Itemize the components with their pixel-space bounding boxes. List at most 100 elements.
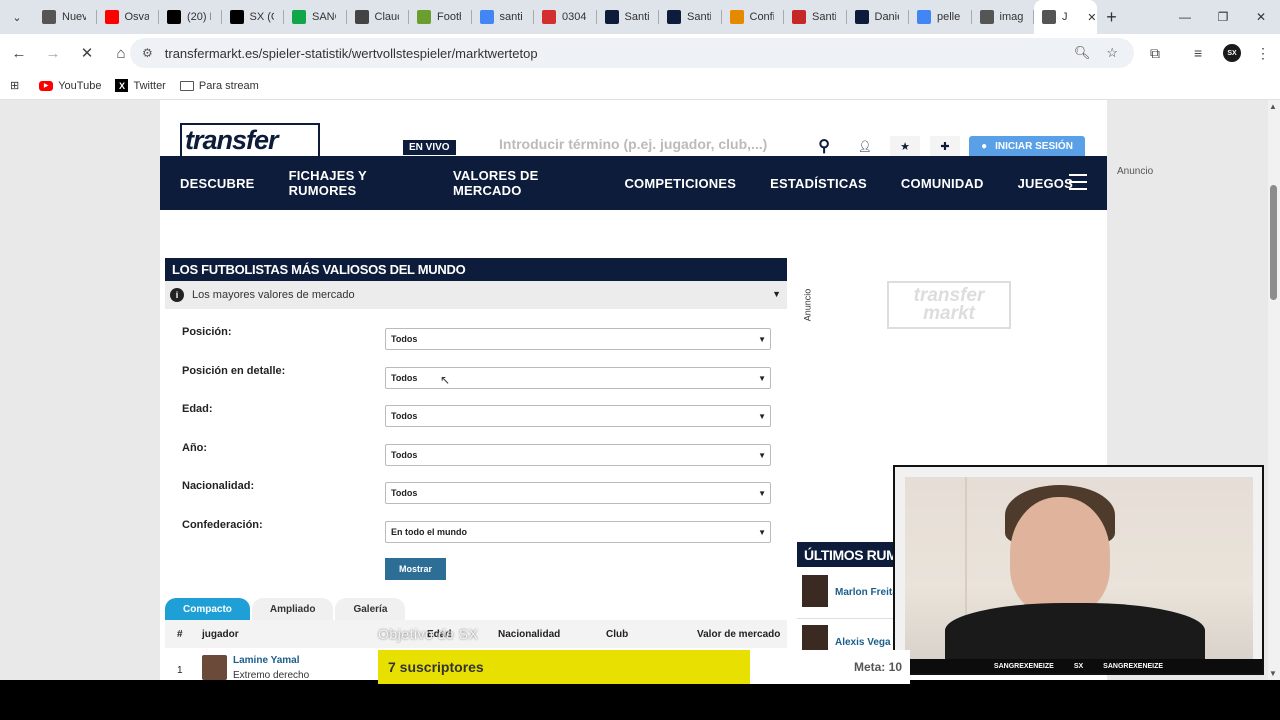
menu-kebab-icon[interactable]: ⋮ <box>1256 34 1270 72</box>
site-header: transfer EN VIVO Introducir término (p.e… <box>160 100 1107 156</box>
browser-tab[interactable]: Santi <box>597 0 660 34</box>
box-subheader[interactable]: i Los mayores valores de mercado ▼ <box>165 281 787 309</box>
bookmark-youtube[interactable]: ▶ YouTube <box>39 80 101 92</box>
media-control-icon[interactable]: ≡ <box>1194 34 1202 72</box>
transfermarkt-logo[interactable]: transfer <box>180 123 320 156</box>
user-icon: ● <box>981 140 988 152</box>
tab-favicon-icon <box>229 10 244 24</box>
scrollbar-thumb[interactable] <box>1270 185 1277 300</box>
browser-tab[interactable]: pelle <box>909 0 972 34</box>
tab-title: J <box>1062 11 1068 23</box>
login-button[interactable]: ● INICIAR SESIÓN <box>969 136 1085 156</box>
col-valor[interactable]: Valor de mercado <box>697 629 780 640</box>
browser-tab[interactable]: SANC <box>284 0 347 34</box>
tab-title: SX (C <box>249 11 274 23</box>
dropdown-arrow-icon: ▼ <box>758 335 766 344</box>
mostrar-button[interactable]: Mostrar <box>385 558 446 580</box>
scroll-down-arrow-icon[interactable]: ▼ <box>1269 669 1277 678</box>
tab-compacto[interactable]: Compacto <box>165 598 250 620</box>
player-position: Extremo derecho <box>233 670 310 680</box>
watchlist-icon[interactable]: ★ <box>890 136 920 156</box>
nav-valores[interactable]: VALORES DE MERCADO <box>453 168 591 198</box>
tab-title: SANC <box>312 11 336 23</box>
profile-avatar[interactable]: SX <box>1223 44 1241 62</box>
player-photo[interactable] <box>202 655 227 680</box>
nacionalidad-select[interactable]: Todos ▼ <box>385 482 771 504</box>
tab-title: Confi <box>749 11 774 23</box>
browser-tab[interactable]: Santi <box>784 0 847 34</box>
close-window-icon[interactable]: ✕ <box>1242 0 1280 34</box>
add-icon[interactable]: ✚ <box>930 136 960 156</box>
bookmark-star-icon[interactable]: ☆ <box>1106 45 1118 61</box>
browser-tab[interactable]: santi <box>472 0 535 34</box>
browser-tab[interactable]: imag <box>972 0 1035 34</box>
edad-select[interactable]: Todos ▼ <box>385 405 771 427</box>
box-subtitle: Los mayores valores de mercado <box>192 289 355 301</box>
col-jugador[interactable]: jugador <box>202 629 239 640</box>
live-badge[interactable]: EN VIVO <box>403 140 456 155</box>
tab-title: Santi <box>624 11 649 23</box>
zoom-icon[interactable]: 🔍︎ <box>1074 45 1091 61</box>
scroll-up-arrow-icon[interactable]: ▲ <box>1269 102 1277 111</box>
col-club[interactable]: Club <box>606 629 628 640</box>
rumor-player-name[interactable]: Alexis Vega <box>835 637 891 648</box>
extensions-icon[interactable]: ⧉ <box>1150 34 1160 72</box>
nav-juegos[interactable]: JUEGOS <box>1018 176 1073 191</box>
tab-title: Santi <box>687 11 711 23</box>
page-scrollbar[interactable]: ▲ ▼ <box>1268 100 1280 680</box>
info-icon: i <box>170 288 184 302</box>
back-button[interactable]: ← <box>4 38 34 68</box>
goal-title: Objetivo de SX <box>378 626 479 642</box>
player-name-link[interactable]: Lamine Yamal <box>233 655 300 666</box>
nav-estadisticas[interactable]: ESTADÍSTICAS <box>770 176 867 191</box>
browser-tab[interactable]: Osval <box>97 0 160 34</box>
search-icon[interactable]: ⚲ <box>818 136 830 156</box>
ano-select[interactable]: Todos ▼ <box>385 444 771 466</box>
site-search-input[interactable]: Introducir término (p.ej. jugador, club,… <box>489 132 844 156</box>
bookmark-label: Twitter <box>133 79 166 92</box>
col-nacionalidad[interactable]: Nacionalidad <box>498 629 560 640</box>
folder-icon <box>179 80 194 91</box>
tab-galeria[interactable]: Galería <box>335 598 406 620</box>
confederacion-select[interactable]: En todo el mundo ▼ <box>385 521 771 543</box>
apps-grid-icon[interactable]: ⊞ <box>10 79 19 92</box>
restore-icon[interactable]: ❐ <box>1204 0 1242 34</box>
new-tab-button[interactable]: + <box>1097 7 1127 28</box>
browser-tab[interactable]: 0304 <box>534 0 597 34</box>
collapse-caret-icon[interactable]: ▼ <box>772 289 781 299</box>
tab-title: Santi <box>812 11 836 23</box>
nav-descubre[interactable]: DESCUBRE <box>180 176 255 191</box>
tab-search-dropdown[interactable]: ⌄ <box>0 0 34 34</box>
filter-label: Año: <box>182 442 208 454</box>
tab-strip: ⌄ Nuev Osval (20) E SX (C SANC Clauc Footb sant… <box>0 0 1280 34</box>
minimize-icon[interactable]: — <box>1166 0 1204 34</box>
browser-tab[interactable]: Nuev <box>34 0 97 34</box>
browser-tab[interactable]: Santi <box>659 0 722 34</box>
nav-competiciones[interactable]: COMPETICIONES <box>624 176 736 191</box>
browser-tab[interactable]: Clauc <box>347 0 410 34</box>
browser-tab[interactable]: Footb <box>409 0 472 34</box>
filter-label: Confederación: <box>182 519 263 531</box>
twitter-handle: SANGREXENEIZE <box>993 662 1054 670</box>
nav-comunidad[interactable]: COMUNIDAD <box>901 176 984 191</box>
tab-favicon-icon <box>354 10 369 24</box>
tab-favicon-icon <box>42 10 56 24</box>
hamburger-menu-icon[interactable] <box>1069 174 1087 190</box>
browser-tab[interactable]: Danie <box>847 0 910 34</box>
browser-tab[interactable]: (20) E <box>159 0 222 34</box>
posicion-select[interactable]: Todos ▼ <box>385 328 771 350</box>
chevron-down-icon: ⌄ <box>12 11 22 24</box>
url-bar[interactable]: ⚙ transfermarkt.es/spieler-statistik/wer… <box>130 38 1134 68</box>
browser-tab[interactable]: SX (C <box>222 0 285 34</box>
browser-tab[interactable]: J ✕ <box>1034 0 1097 34</box>
forward-button[interactable]: → <box>38 38 68 68</box>
site-info-icon[interactable]: ⚙ <box>142 46 153 60</box>
nav-fichajes[interactable]: FICHAJES Y RUMORES <box>289 168 419 198</box>
user-search-icon[interactable]: 👤︎ <box>850 136 880 156</box>
tab-ampliado[interactable]: Ampliado <box>251 598 334 620</box>
browser-tab[interactable]: Confi <box>722 0 785 34</box>
close-tab-icon[interactable]: ✕ <box>1087 11 1096 24</box>
stop-loading-button[interactable]: ✕ <box>72 38 102 68</box>
bookmark-twitter[interactable]: X Twitter <box>115 79 166 92</box>
bookmark-folder-para-stream[interactable]: Para stream <box>179 80 259 92</box>
